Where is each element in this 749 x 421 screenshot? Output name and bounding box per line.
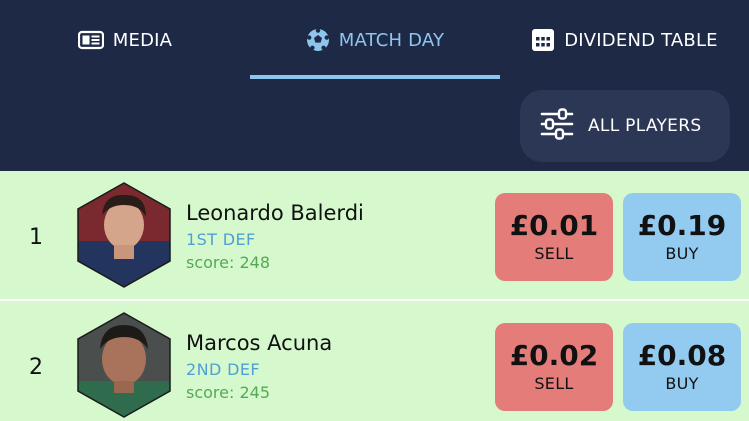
active-tab-indicator [250,75,500,79]
buy-button[interactable]: £0.19 BUY [623,193,741,281]
tab-dividend-table-label: DIVIDEND TABLE [564,29,718,51]
sell-price: £0.02 [509,339,599,372]
player-score: score: 248 [186,253,271,272]
player-position: 1ST DEF [186,230,256,249]
sell-button[interactable]: £0.01 SELL [495,193,613,281]
player-rank: 1 [29,225,43,250]
tab-dividend-table[interactable]: DIVIDEND TABLE [500,0,749,80]
tab-media[interactable]: MEDIA [0,0,250,80]
buy-button[interactable]: £0.08 BUY [623,323,741,411]
all-players-filter-label: ALL PLAYERS [588,116,702,136]
player-rank: 2 [29,355,43,380]
top-tab-bar: MEDIA MATCH DAY DIVIDEND TABLE [0,0,749,80]
buy-label: BUY [665,374,699,393]
buy-price: £0.08 [637,339,727,372]
player-row[interactable]: 2 Marcos Acuna 2ND DEF score: 245 £0.02 [0,301,749,421]
player-name: Marcos Acuna [186,331,333,355]
tab-media-label: MEDIA [112,29,173,51]
player-name: Leonardo Balerdi [186,201,364,225]
newspaper-icon [77,30,104,50]
grid-table-icon [531,28,555,52]
sell-label: SELL [534,374,574,393]
buy-price: £0.19 [637,209,727,242]
sell-button[interactable]: £0.02 SELL [495,323,613,411]
player-avatar[interactable] [74,181,174,289]
player-avatar[interactable] [74,311,174,419]
sell-label: SELL [534,244,574,263]
player-list: 1 Leonardo Balerdi 1ST DEF score: 248 £0… [0,171,749,421]
player-row[interactable]: 1 Leonardo Balerdi 1ST DEF score: 248 £0… [0,171,749,301]
tab-match-day-label: MATCH DAY [338,29,445,51]
sell-price: £0.01 [509,209,599,242]
all-players-filter-button[interactable]: ALL PLAYERS [520,90,730,162]
sliders-icon [540,107,574,145]
soccer-ball-icon [306,28,330,52]
buy-label: BUY [665,244,699,263]
player-score: score: 245 [186,383,271,402]
player-position: 2ND DEF [186,360,260,379]
tab-match-day[interactable]: MATCH DAY [250,0,500,80]
